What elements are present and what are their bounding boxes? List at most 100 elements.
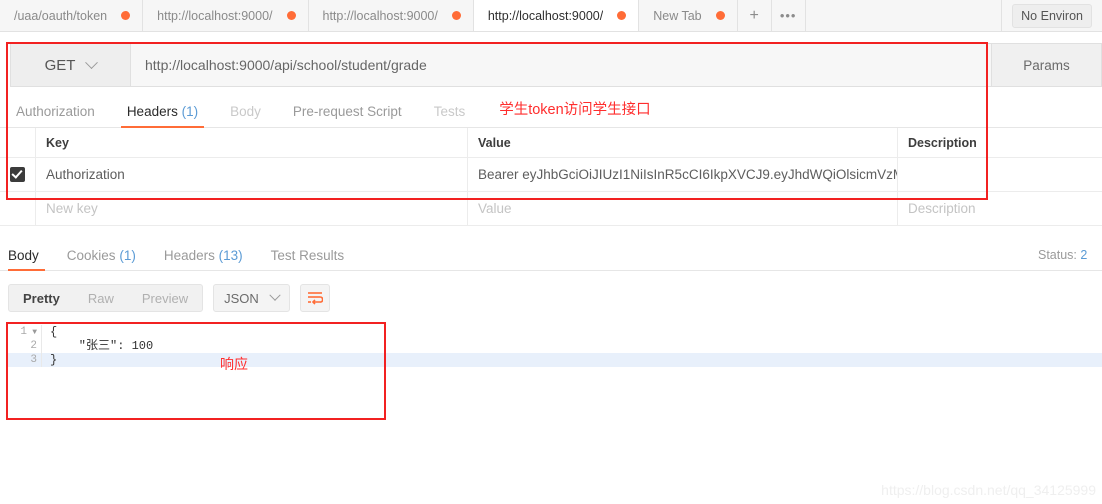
environment-area: No Environ <box>1002 0 1102 31</box>
tab-authorization[interactable]: Authorization <box>0 104 111 127</box>
request-tab-label: New Tab <box>653 8 702 23</box>
table-row[interactable]: Authorization Bearer eyJhbGciOiJIUzI1NiI… <box>0 158 1102 192</box>
header-enabled-checkbox[interactable] <box>10 167 25 182</box>
column-header-description-label: Description <box>908 135 977 150</box>
code-line: 1 ▼ { <box>8 325 1102 339</box>
response-section-tabs: Body Cookies (1) Headers (13) Test Resul… <box>0 239 1102 271</box>
code-line: 3 } <box>8 353 1102 367</box>
request-tab-label: http://localhost:9000/ <box>322 8 438 23</box>
new-header-value-cell[interactable]: Value <box>468 192 898 225</box>
new-header-description-placeholder: Description <box>908 201 976 216</box>
response-body-toolbar: Pretty Raw Preview JSON <box>8 284 330 312</box>
response-tab-headers-count: (13) <box>218 248 243 263</box>
code-line-text: } <box>50 353 58 367</box>
view-mode-group: Pretty Raw Preview <box>8 284 204 312</box>
header-value-cell[interactable]: Bearer eyJhbGciOiJIUzI1NiIsInR5cCI6IkpXV… <box>468 158 898 191</box>
request-url-row: GET http://localhost:9000/api/school/stu… <box>0 43 1102 87</box>
column-header-value: Value <box>468 128 898 157</box>
new-header-key-cell[interactable]: New key <box>36 192 468 225</box>
chevron-down-icon <box>85 55 99 69</box>
new-header-checkbox-cell <box>0 192 36 225</box>
tab-authorization-label: Authorization <box>16 104 95 119</box>
headers-table: Key Value Description Authorization Bear… <box>0 128 1102 226</box>
status-label: Status: <box>1038 248 1077 262</box>
fold-arrow-icon[interactable]: ▼ <box>30 326 37 340</box>
status-badge: Status: 2 <box>1038 248 1102 270</box>
unsaved-dot-icon <box>715 11 725 20</box>
params-button[interactable]: Params <box>992 43 1102 87</box>
tab-pre-request-script-label: Pre-request Script <box>292 104 402 119</box>
request-tab-2[interactable]: http://localhost:9000/ <box>308 0 474 31</box>
header-row-checkbox-cell <box>0 158 36 191</box>
tab-body[interactable]: Body <box>214 104 277 127</box>
request-tab-label: /uaa/oauth/token <box>14 8 108 23</box>
request-tab-4[interactable]: New Tab <box>639 0 738 31</box>
request-tab-1[interactable]: http://localhost:9000/ <box>143 0 309 31</box>
tab-headers[interactable]: Headers (1) <box>111 104 214 128</box>
response-tab-body[interactable]: Body <box>0 248 53 271</box>
unsaved-dot-icon <box>286 11 296 20</box>
url-value: http://localhost:9000/api/school/student… <box>145 57 427 73</box>
code-line: 2 "张三": 100 <box>8 339 1102 353</box>
header-key-cell[interactable]: Authorization <box>36 158 468 191</box>
table-row-new[interactable]: New key Value Description <box>0 192 1102 226</box>
tab-options-icon[interactable]: ••• <box>771 0 806 31</box>
unsaved-dot-icon <box>617 11 627 20</box>
response-tab-body-label: Body <box>8 248 39 263</box>
tab-tests[interactable]: Tests <box>418 104 482 127</box>
unsaved-dot-icon <box>451 11 461 20</box>
view-mode-raw[interactable]: Raw <box>74 285 128 311</box>
code-line-text: { <box>50 325 58 339</box>
response-tab-cookies-label: Cookies <box>66 248 116 263</box>
status-code: 2 <box>1080 248 1088 262</box>
view-mode-pretty[interactable]: Pretty <box>9 285 74 311</box>
code-line-text: "张三": 100 <box>50 339 154 353</box>
response-format-select[interactable]: JSON <box>213 284 290 312</box>
header-description-cell[interactable] <box>898 158 1102 191</box>
unsaved-dot-icon <box>121 11 131 20</box>
tab-headers-count: (1) <box>181 104 199 119</box>
response-format-label: JSON <box>224 290 259 306</box>
environment-select[interactable]: No Environ <box>1012 3 1092 28</box>
column-header-description: Description <box>898 128 1102 157</box>
line-number: 2 <box>8 339 42 353</box>
request-tab-label: http://localhost:9000/ <box>487 8 604 23</box>
headers-table-header-row: Key Value Description <box>0 128 1102 158</box>
response-tab-cookies-count: (1) <box>119 248 136 263</box>
wrap-lines-button[interactable] <box>299 284 330 312</box>
new-header-value-placeholder: Value <box>478 201 512 216</box>
view-mode-preview[interactable]: Preview <box>128 285 202 311</box>
watermark: https://blog.csdn.net/qq_34125999 <box>881 482 1096 498</box>
tab-pre-request-script[interactable]: Pre-request Script <box>277 104 418 127</box>
new-header-key-placeholder: New key <box>46 201 98 216</box>
response-annotation-text: 响应 <box>220 356 248 372</box>
header-check-column <box>0 128 36 157</box>
request-annotation-text: 学生token访问学生接口 <box>499 102 651 118</box>
tab-headers-label: Headers <box>126 104 178 119</box>
request-tab-label: http://localhost:9000/ <box>157 8 273 23</box>
url-input[interactable]: http://localhost:9000/api/school/student… <box>130 43 992 87</box>
postman-window: /uaa/oauth/token http://localhost:9000/ … <box>0 0 1102 504</box>
column-header-key-label: Key <box>46 135 69 150</box>
response-body-code[interactable]: 1 ▼ { 2 "张三": 100 3 } <box>8 325 1102 387</box>
line-number: 3 <box>8 353 42 367</box>
wrap-lines-icon <box>307 292 323 305</box>
header-key-value: Authorization <box>46 167 125 182</box>
tab-body-label: Body <box>230 104 261 119</box>
column-header-key: Key <box>36 128 468 157</box>
line-number: 1 ▼ <box>8 325 42 339</box>
response-tab-test-results[interactable]: Test Results <box>257 248 359 270</box>
http-method-label: GET <box>44 56 76 74</box>
tab-bar: /uaa/oauth/token http://localhost:9000/ … <box>0 0 1102 32</box>
response-tab-cookies[interactable]: Cookies (1) <box>53 248 150 270</box>
response-tab-headers[interactable]: Headers (13) <box>150 248 257 270</box>
new-tab-button[interactable]: + <box>737 0 772 31</box>
request-tab-3[interactable]: http://localhost:9000/ <box>473 0 640 31</box>
tab-tests-label: Tests <box>433 104 466 119</box>
params-label: Params <box>1023 57 1070 73</box>
new-header-description-cell[interactable]: Description <box>898 192 1102 225</box>
request-tab-0[interactable]: /uaa/oauth/token <box>0 0 144 31</box>
http-method-select[interactable]: GET <box>10 43 130 87</box>
request-section-tabs: Authorization Headers (1) Body Pre-reque… <box>0 97 1102 128</box>
response-tab-headers-label: Headers <box>163 248 215 263</box>
